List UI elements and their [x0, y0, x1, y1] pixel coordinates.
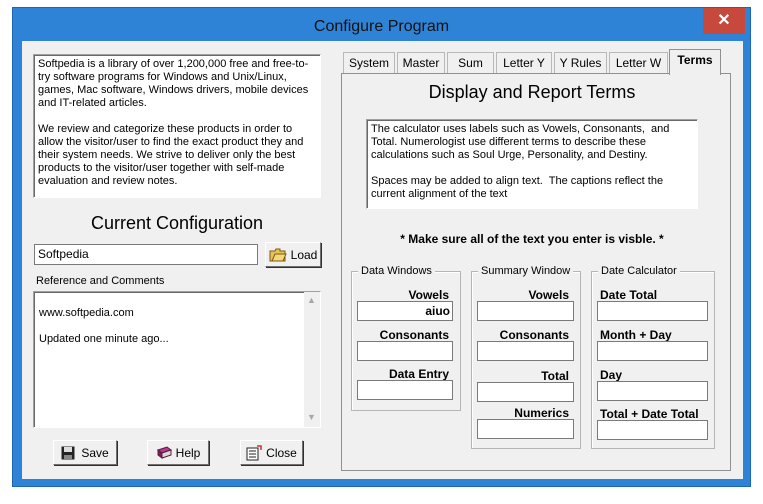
dw-consonants-input[interactable] — [357, 341, 453, 361]
close-button-label: Close — [266, 445, 297, 460]
close-door-icon — [246, 444, 262, 461]
tab-letter-y[interactable]: Letter Y — [496, 52, 552, 74]
dc-day-input[interactable] — [597, 381, 708, 401]
terms-info-textarea[interactable]: The calculator uses labels such as Vowel… — [366, 119, 698, 209]
scroll-down-arrow-icon[interactable]: ▼ — [307, 412, 316, 422]
window-close-button[interactable]: ✕ — [703, 8, 745, 34]
tab-sum[interactable]: Sum — [447, 52, 494, 74]
sw-vowels-input[interactable] — [477, 301, 574, 321]
visibility-warning: * Make sure all of the text you enter is… — [400, 232, 664, 246]
dw-data-entry-input[interactable] — [357, 380, 453, 400]
help-book-icon — [156, 445, 172, 460]
description-textarea[interactable]: Softpedia is a library of over 1,200,000… — [33, 54, 321, 198]
dc-day-label: Day — [600, 368, 623, 382]
load-button[interactable]: Load — [265, 242, 321, 267]
sw-vowels-label: Vowels — [528, 288, 569, 302]
dc-total-date-total-input[interactable] — [597, 420, 708, 440]
reference-comments-label: Reference and Comments — [36, 275, 165, 287]
sw-numerics-input[interactable] — [477, 419, 574, 439]
tab-master[interactable]: Master — [397, 52, 445, 74]
dc-month-day-label: Month + Day — [600, 328, 672, 342]
current-configuration-heading: Current Configuration — [90, 213, 264, 233]
dc-date-total-input[interactable] — [597, 301, 708, 321]
sw-consonants-label: Consonants — [499, 328, 569, 342]
tab-y-rules[interactable]: Y Rules — [554, 52, 607, 74]
load-button-label: Load — [290, 247, 318, 262]
dc-date-total-label: Date Total — [600, 288, 658, 302]
dw-consonants-label: Consonants — [379, 328, 449, 342]
dw-vowels-label: Vowels — [408, 288, 449, 302]
help-button[interactable]: Help — [147, 440, 209, 465]
tab-terms[interactable]: Terms — [669, 49, 721, 75]
dw-vowels-input[interactable]: aiuo — [357, 301, 453, 321]
tab-letter-w[interactable]: Letter W — [609, 52, 668, 74]
configuration-name-input[interactable]: Softpedia — [34, 244, 258, 265]
scroll-up-arrow-icon[interactable]: ▲ — [307, 295, 316, 305]
summary-window-title: Summary Window — [478, 265, 574, 278]
dw-data-entry-label: Data Entry — [388, 367, 449, 381]
sw-total-input[interactable] — [477, 382, 574, 402]
reference-comments-box: www.softpedia.com Updated one minute ago… — [33, 291, 321, 428]
save-button[interactable]: Save — [53, 440, 117, 465]
folder-open-icon — [269, 248, 287, 262]
title-bar[interactable]: Configure Program — [12, 7, 751, 41]
data-windows-title: Data Windows — [358, 265, 435, 278]
reference-scrollbar[interactable]: ▲ ▼ — [304, 292, 320, 427]
dc-total-date-total-label: Total + Date Total — [600, 407, 699, 421]
terms-heading: Display and Report Terms — [428, 82, 636, 102]
help-button-label: Help — [175, 445, 201, 460]
reference-comments-textarea[interactable]: www.softpedia.com Updated one minute ago… — [35, 305, 301, 425]
dc-month-day-input[interactable] — [597, 341, 708, 361]
sw-total-label: Total — [541, 369, 569, 383]
close-button[interactable]: Close — [240, 440, 303, 465]
sw-numerics-label: Numerics — [514, 406, 569, 420]
tab-system[interactable]: System — [343, 52, 395, 74]
window-title: Configure Program — [313, 18, 450, 35]
save-button-label: Save — [81, 445, 109, 460]
date-calculator-title: Date Calculator — [598, 265, 680, 278]
sw-consonants-input[interactable] — [477, 341, 574, 361]
floppy-disk-icon — [61, 446, 75, 460]
